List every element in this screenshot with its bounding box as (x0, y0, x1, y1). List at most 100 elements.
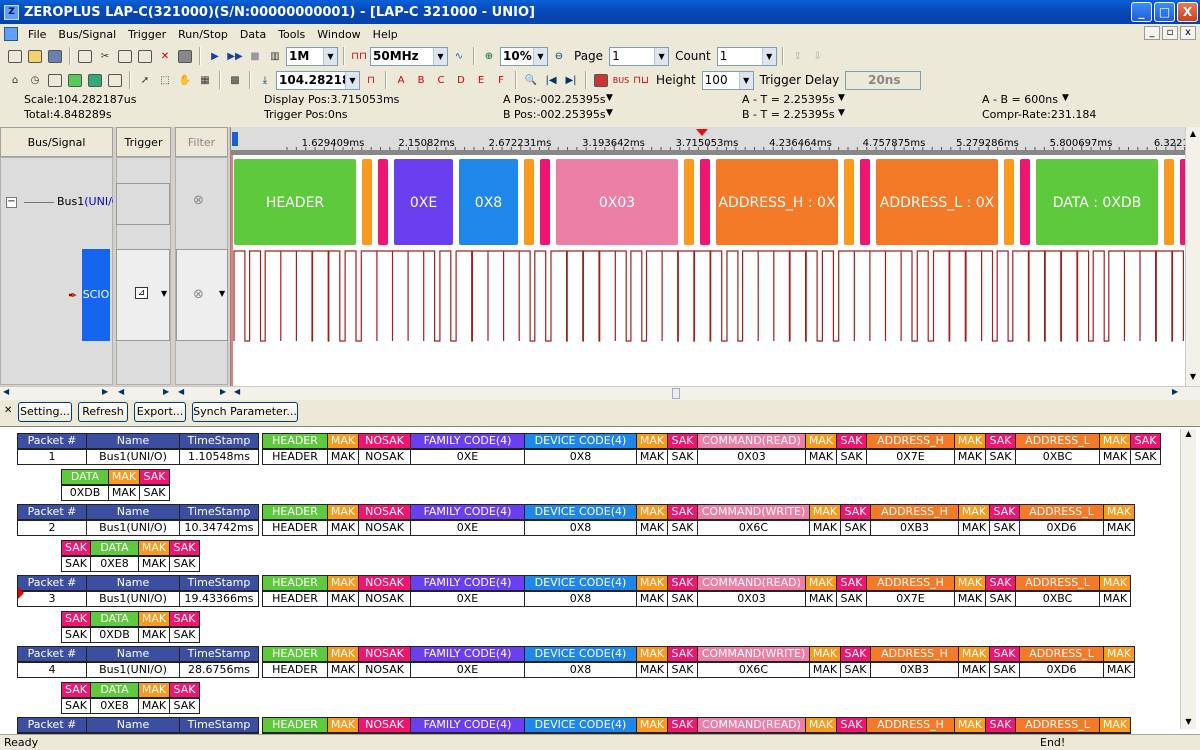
position-select[interactable]: 104.28218 ▼ (276, 70, 360, 90)
measure-icon[interactable]: ▦ (196, 71, 214, 89)
filter-scroll-right-icon[interactable]: ▶ (220, 387, 226, 396)
cursor-a-icon[interactable]: A (392, 71, 410, 89)
cursor-c-icon[interactable]: C (432, 71, 450, 89)
close-panel-icon[interactable]: ✕ (4, 405, 12, 416)
scroll-down-icon[interactable]: ▼ (1186, 370, 1200, 384)
wave-scroll-thumb[interactable] (672, 388, 680, 399)
bus-segment[interactable] (540, 159, 550, 245)
trigger-edge-icon[interactable]: ⊓ (362, 71, 380, 89)
synch-parameter-button[interactable]: Synch Parameter... (192, 402, 298, 422)
packet-value-row[interactable]: 3 Bus1(UNI/O) 19.43366ms HEADER MAK NOSAK 0XE 0… (17, 591, 1131, 607)
find-icon[interactable]: 🔍 (522, 71, 540, 89)
trigger-scroll-right-icon[interactable]: ▶ (163, 387, 169, 396)
cursor-d-icon[interactable]: D (452, 71, 470, 89)
menu-file[interactable]: File (22, 28, 52, 41)
sample-size-select[interactable]: 1M ▼ (286, 46, 338, 66)
waveform-area[interactable]: 1.629409ms 2.15082ms 2.672231ms 3.193642ms 3… (230, 127, 1195, 387)
filter-column-header[interactable]: Filter (175, 127, 228, 157)
packet-value-row[interactable]: 4 Bus1(UNI/O) 28.6756ms HEADER MAK NOSAK 0XE 0X… (17, 662, 1135, 678)
mdi-minimize-button[interactable]: _ (1144, 26, 1160, 40)
scroll-left-icon[interactable]: ◀ (3, 387, 9, 396)
export-button[interactable]: Export... (134, 402, 186, 422)
signal-filter-icon[interactable]: ⊗ (193, 287, 204, 302)
find-previous-icon[interactable]: |◀ (542, 71, 560, 89)
bus-segment[interactable] (1020, 159, 1030, 245)
packet-value-row[interactable]: SAK 0XE8 MAK SAK (61, 698, 200, 714)
trigger-column-header[interactable]: Trigger (116, 127, 171, 157)
mdi-restore-button[interactable]: ▫ (1162, 26, 1178, 40)
b-pos-dropdown-icon[interactable]: ▼ (606, 108, 613, 118)
packet-value-row[interactable]: SAK 0XE8 MAK SAK (61, 556, 200, 572)
cut-icon[interactable]: ✂ (96, 47, 114, 65)
a-pos-dropdown-icon[interactable]: ▼ (606, 93, 613, 103)
run-icon[interactable]: ▶ (206, 47, 224, 65)
bus-segment[interactable] (844, 159, 854, 245)
table-scroll-up-icon[interactable]: ▲ (1181, 429, 1196, 438)
horizontal-scrollbars[interactable]: ◀ ▶ ◀ ▶ ◀ ▶ ◀ ▶ (0, 386, 1200, 400)
scroll-up-icon[interactable]: ▲ (1186, 127, 1200, 141)
home-icon[interactable]: ⌂ (6, 71, 24, 89)
grid-icon[interactable] (66, 71, 84, 89)
menu-tools[interactable]: Tools (272, 28, 311, 41)
packet-value-row[interactable]: SAK 0XDB MAK SAK (61, 627, 200, 643)
a-pos-readout[interactable]: A Pos:-002.25395s (503, 93, 606, 106)
cursor-a-marker[interactable] (232, 132, 238, 146)
copy-icon[interactable] (116, 47, 134, 65)
bus-name[interactable]: Bus1(UNI/O) (57, 195, 113, 208)
delete-icon[interactable]: ✕ (156, 47, 174, 65)
mdi-close-button[interactable]: x (1180, 26, 1196, 40)
properties-icon[interactable] (176, 47, 194, 65)
trigger-dropdown-icon[interactable]: ▼ (161, 289, 167, 298)
packet-value-row[interactable]: 0XDB MAK SAK (61, 485, 170, 501)
count-select[interactable]: 1 ▼ (716, 46, 777, 66)
report-icon[interactable] (592, 71, 610, 89)
zoom-in-icon[interactable]: ⊕ (480, 47, 498, 65)
list-icon[interactable] (106, 71, 124, 89)
packet-decode-table[interactable]: Packet # Name TimeStamp HEADER MAK NOSAK FAMIL… (0, 426, 1200, 734)
open-folder-icon[interactable] (26, 47, 44, 65)
signal-scio[interactable]: SCIO (82, 249, 110, 341)
waveform-icon[interactable]: ⊓⊔ (632, 71, 650, 89)
menu-data[interactable]: Data (234, 28, 272, 41)
trigger-edge-setting-icon[interactable]: ⊿ (135, 287, 148, 299)
pointer-icon[interactable]: ➚ (136, 71, 154, 89)
page-select[interactable]: 1 ▼ (609, 46, 670, 66)
bus-view-icon[interactable]: BUS (612, 71, 630, 89)
bus-segment[interactable] (684, 159, 694, 245)
menu-window[interactable]: Window (311, 28, 366, 41)
b-minus-t-dropdown-icon[interactable]: ▼ (838, 108, 845, 118)
refresh-button[interactable]: Refresh (78, 402, 128, 422)
trigger-delay-field[interactable]: 20ns (845, 70, 922, 90)
packet-value-row[interactable]: 1 Bus1(UNI/O) 1.10548ms HEADER MAK NOSAK 0XE 0X… (17, 449, 1161, 465)
packet-value-row[interactable]: 2 Bus1(UNI/O) 10.34742ms HEADER MAK NOSAK 0XE 0… (17, 520, 1135, 536)
new-file-icon[interactable] (6, 47, 24, 65)
export-icon[interactable]: ⇪ (789, 47, 807, 65)
table-vertical-scrollbar[interactable]: ▲ ▼ (1180, 429, 1196, 729)
wave-scroll-left-icon[interactable]: ◀ (234, 387, 240, 396)
zoom-out-icon[interactable]: ⊖ (550, 47, 568, 65)
trigger-scroll-left-icon[interactable]: ◀ (118, 387, 124, 396)
goto-position-icon[interactable]: ⤓ (256, 71, 274, 89)
waveform-vertical-scrollbar[interactable]: ▲ ▼ (1185, 127, 1200, 386)
collapse-toggle[interactable]: − (6, 197, 17, 208)
b-pos-readout[interactable]: B Pos:-002.25395s (503, 108, 606, 121)
scroll-right-icon[interactable]: ▶ (102, 387, 108, 396)
bus-segment[interactable] (524, 159, 534, 245)
hand-icon[interactable]: ✋ (176, 71, 194, 89)
bus-segment[interactable] (700, 159, 710, 245)
menu-trigger[interactable]: Trigger (122, 28, 172, 41)
menu-run-stop[interactable]: Run/Stop (172, 28, 234, 41)
save-icon[interactable] (46, 47, 64, 65)
filter-dropdown-icon[interactable]: ▼ (219, 289, 225, 298)
paste-icon[interactable] (136, 47, 154, 65)
timer-icon[interactable]: ◷ (26, 71, 44, 89)
import-icon[interactable]: ⇩ (809, 47, 827, 65)
bus-segment[interactable] (860, 159, 870, 245)
menu-bus-signal[interactable]: Bus/Signal (52, 28, 122, 41)
display-mode-icon[interactable]: ▩ (226, 71, 244, 89)
table-scroll-down-icon[interactable]: ▼ (1181, 717, 1196, 726)
select-icon[interactable]: ⬚ (156, 71, 174, 89)
height-select[interactable]: 100 ▼ (701, 70, 754, 90)
run-repeat-icon[interactable]: ▶▶ (226, 47, 244, 65)
close-button[interactable]: X (1177, 2, 1198, 22)
